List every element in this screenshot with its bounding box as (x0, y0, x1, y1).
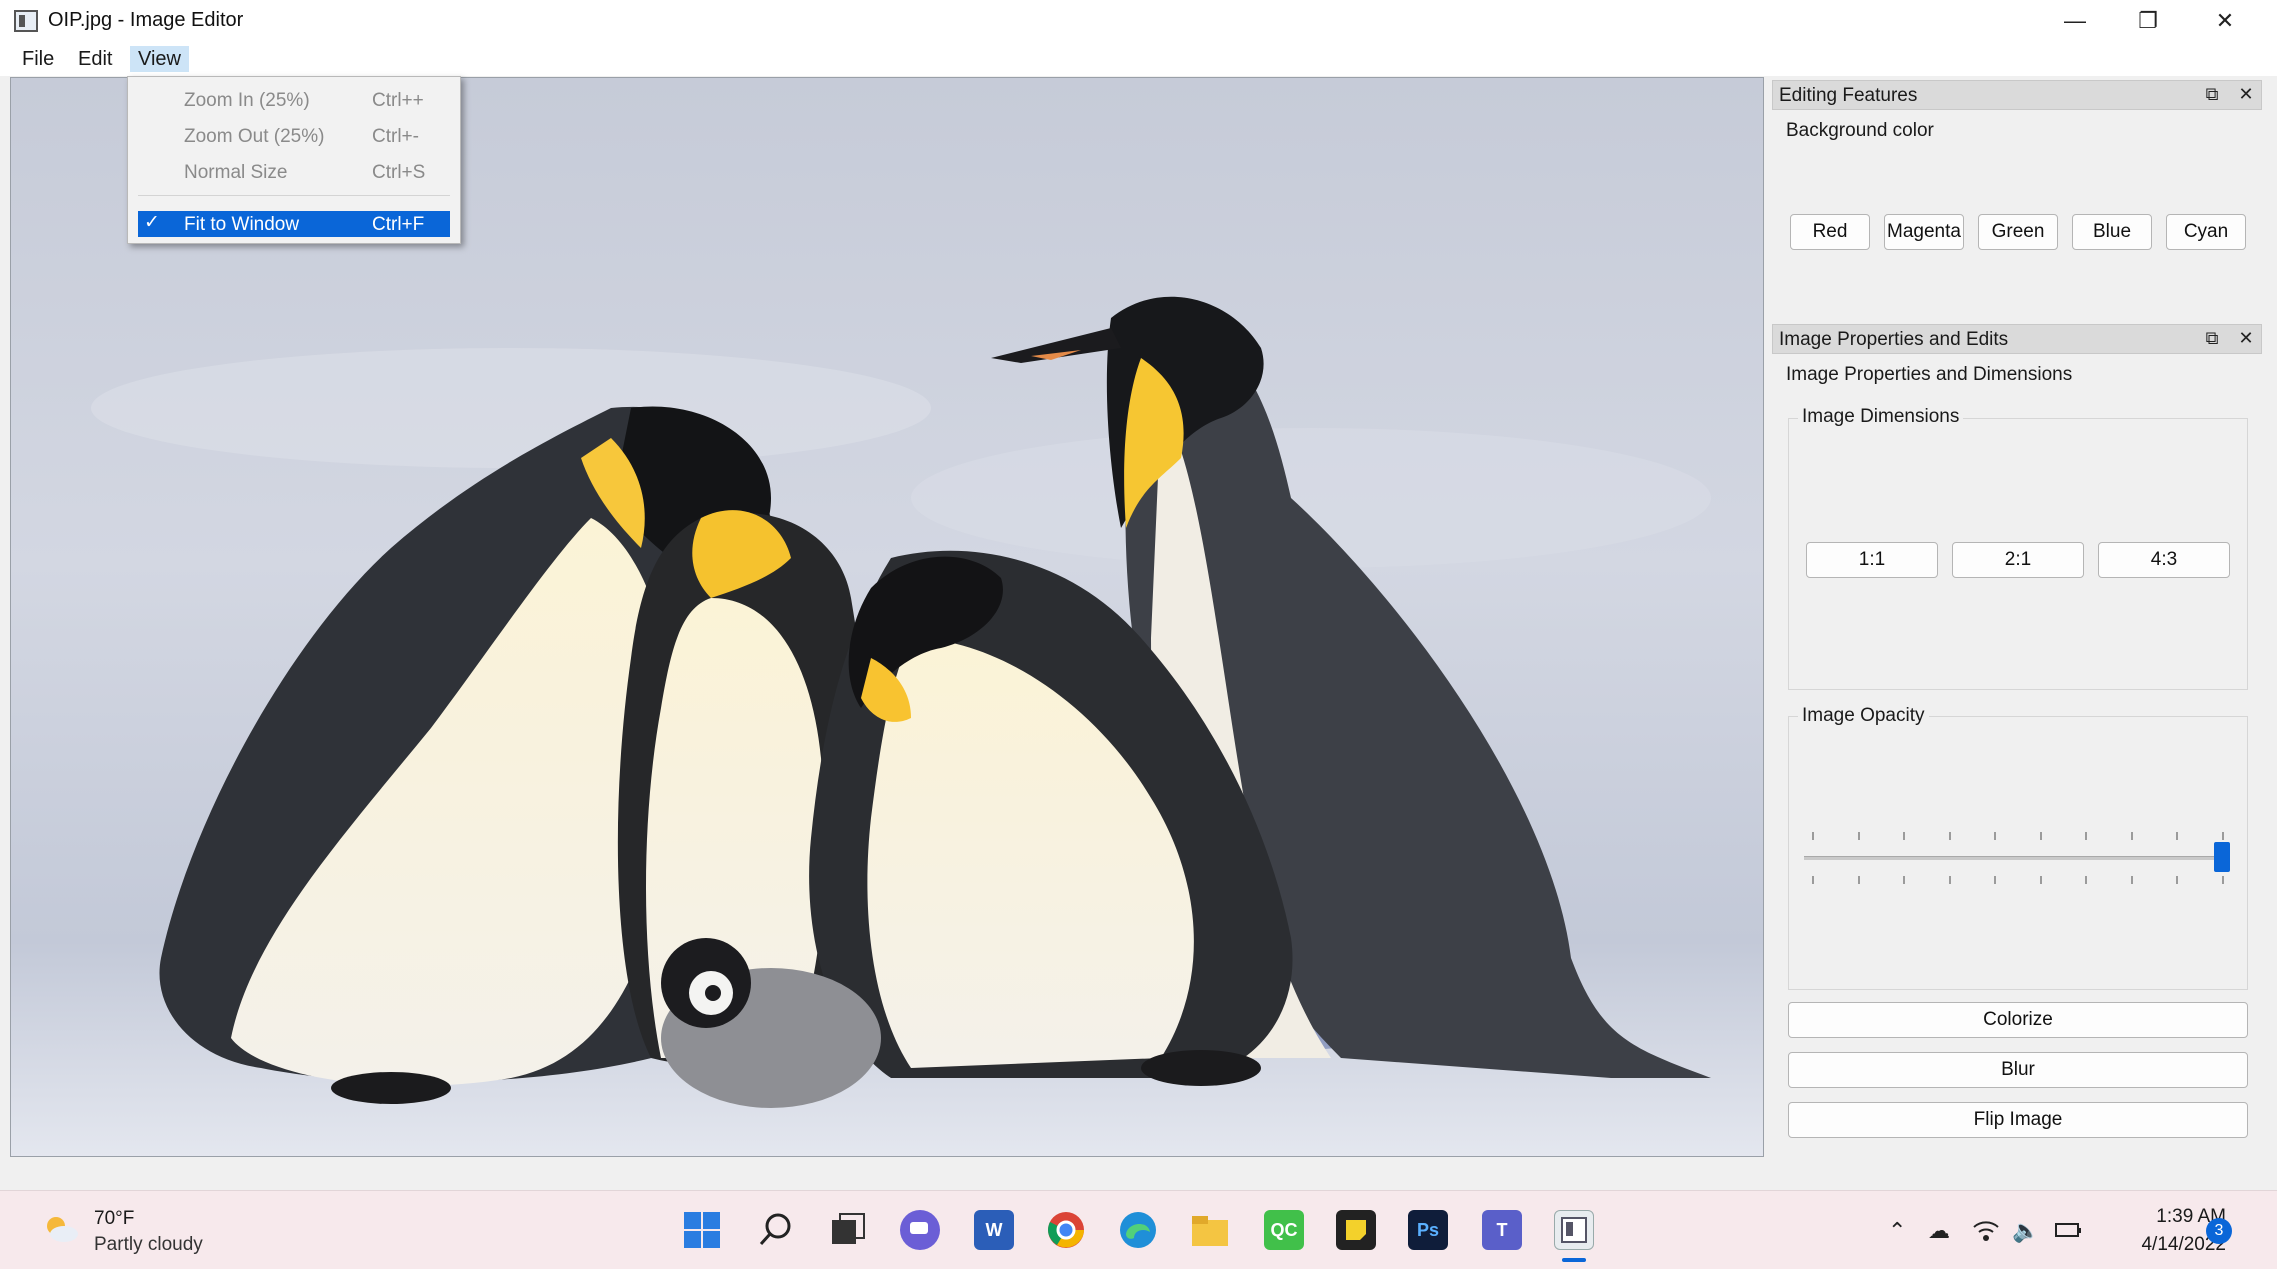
image-editor-taskbar-icon[interactable] (1554, 1210, 1594, 1250)
slider-tick (2039, 832, 2042, 840)
checkmark-icon: ✓ (144, 212, 160, 233)
file-explorer-icon[interactable] (1190, 1210, 1230, 1250)
slider-tick (1812, 876, 1814, 884)
image-properties-dock-title[interactable]: Image Properties and Edits ⧉ ✕ (1772, 324, 2262, 354)
background-color-label: Background color (1786, 120, 1934, 141)
slider-tick (1903, 832, 1906, 840)
close-button[interactable]: ✕ (2190, 0, 2260, 42)
restore-button[interactable]: ❐ (2113, 0, 2183, 42)
photoshop-icon[interactable]: Ps (1408, 1210, 1448, 1250)
chrome-icon[interactable] (1046, 1210, 1086, 1250)
edge-icon[interactable] (1118, 1210, 1158, 1250)
weather-temp[interactable]: 70°F (94, 1208, 134, 1230)
slider-tick (2176, 876, 2179, 884)
chat-icon[interactable] (900, 1210, 940, 1250)
menu-bar (0, 42, 2277, 76)
menu-view[interactable]: View (130, 46, 189, 72)
chevron-up-icon[interactable]: ⌃ (1888, 1218, 1906, 1244)
teams-icon[interactable]: T (1482, 1210, 1522, 1250)
battery-icon[interactable] (2054, 1220, 2084, 1245)
app-icon (14, 10, 38, 32)
ratio-2-1-button[interactable]: 2:1 (1952, 542, 2084, 578)
float-icon[interactable]: ⧉ (2201, 328, 2223, 350)
image-opacity-title: Image Opacity (1798, 705, 1929, 727)
slider-tick (1994, 832, 1997, 840)
ratio-1-1-button[interactable]: 1:1 (1806, 542, 1938, 578)
menu-separator (138, 195, 450, 196)
green-button[interactable]: Green (1978, 214, 2058, 250)
cyan-button[interactable]: Cyan (2166, 214, 2246, 250)
weather-desc[interactable]: Partly cloudy (94, 1234, 203, 1256)
opacity-slider-handle[interactable] (2214, 842, 2230, 872)
red-button[interactable]: Red (1790, 214, 1870, 250)
menu-item-zoom-in[interactable]: Zoom In (25%) Ctrl++ (138, 87, 450, 113)
editing-features-dock-title[interactable]: Editing Features ⧉ ✕ (1772, 80, 2262, 110)
close-icon[interactable]: ✕ (2235, 84, 2257, 106)
notification-badge[interactable]: 3 (2206, 1218, 2232, 1244)
image-dimensions-title: Image Dimensions (1798, 406, 1964, 428)
slider-tick (2130, 876, 2133, 884)
word-icon[interactable]: W (974, 1210, 1014, 1250)
task-view-icon[interactable] (828, 1210, 868, 1250)
menu-item-fit-to-window[interactable]: ✓ Fit to Window Ctrl+F (138, 211, 450, 237)
magenta-button[interactable]: Magenta (1884, 214, 1964, 250)
cloud-icon[interactable]: ☁ (1928, 1218, 1950, 1244)
status-bar (0, 1158, 2277, 1190)
blue-button[interactable]: Blue (2072, 214, 2152, 250)
slider-tick (1948, 876, 1951, 884)
opacity-slider-track[interactable] (1804, 856, 2230, 860)
view-dropdown-menu: Zoom In (25%) Ctrl++ Zoom Out (25%) Ctrl… (127, 76, 461, 244)
sticky-notes-icon[interactable] (1336, 1210, 1376, 1250)
slider-tick (2130, 832, 2133, 840)
colorize-button[interactable]: Colorize (1788, 1002, 2248, 1038)
menu-file[interactable]: File (14, 46, 62, 72)
slider-tick (1994, 876, 1997, 884)
minimize-button[interactable]: — (2040, 0, 2110, 42)
title-bar (0, 0, 2277, 42)
image-properties-label: Image Properties and Dimensions (1786, 364, 2073, 385)
slider-tick (2085, 832, 2088, 840)
float-icon[interactable]: ⧉ (2201, 84, 2223, 106)
menu-edit[interactable]: Edit (70, 46, 120, 72)
search-icon[interactable] (756, 1210, 796, 1250)
slider-tick (1857, 832, 1860, 840)
slider-tick (1857, 876, 1860, 884)
ratio-4-3-button[interactable]: 4:3 (2098, 542, 2230, 578)
slider-tick (1948, 832, 1951, 840)
slider-tick (2085, 876, 2088, 884)
slider-tick (2222, 876, 2224, 884)
slider-tick (2176, 832, 2179, 840)
menu-item-zoom-out[interactable]: Zoom Out (25%) Ctrl+- (138, 123, 450, 149)
qt-creator-icon[interactable]: QC (1264, 1210, 1304, 1250)
image-opacity-group (1788, 716, 2248, 990)
slider-tick (2222, 832, 2224, 840)
blur-button[interactable]: Blur (1788, 1052, 2248, 1088)
weather-icon[interactable] (42, 1214, 80, 1244)
flip-image-button[interactable]: Flip Image (1788, 1102, 2248, 1138)
menu-item-normal-size[interactable]: Normal Size Ctrl+S (138, 159, 450, 185)
close-icon[interactable]: ✕ (2235, 328, 2257, 350)
slider-tick (1812, 832, 1814, 840)
windows-start-icon[interactable] (682, 1210, 722, 1250)
volume-icon[interactable]: 🔈 (2012, 1218, 2039, 1244)
wifi-icon[interactable] (1972, 1218, 2000, 1247)
slider-tick (1903, 876, 1906, 884)
active-app-indicator (1562, 1258, 1586, 1262)
window-title: OIP.jpg - Image Editor (48, 9, 244, 31)
slider-tick (2039, 876, 2042, 884)
